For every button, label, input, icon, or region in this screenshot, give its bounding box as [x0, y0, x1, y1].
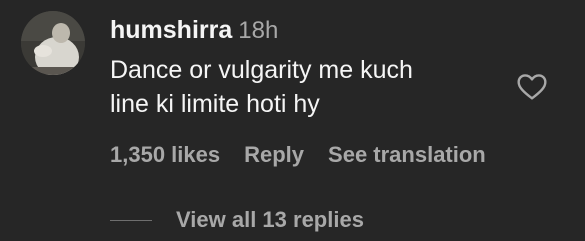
comment-actions: 1,350 likes Reply See translation — [110, 140, 486, 170]
timestamp: 18h — [238, 17, 279, 44]
comment-item: humshirra 18h Dance or vulgarity me kuch … — [0, 0, 585, 241]
comment-text-line: Dance or vulgarity me kuch — [110, 56, 413, 84]
comment-header: humshirra 18h — [110, 13, 278, 51]
username[interactable]: humshirra — [110, 16, 232, 44]
replies-divider — [110, 219, 152, 221]
see-translation-button[interactable]: See translation — [328, 140, 486, 170]
avatar-image — [21, 11, 85, 75]
view-replies-button[interactable]: View all 13 replies — [110, 205, 364, 235]
avatar[interactable] — [21, 11, 85, 75]
heart-outline-icon[interactable] — [515, 71, 549, 103]
likes-count[interactable]: 1,350 likes — [110, 140, 220, 170]
reply-button[interactable]: Reply — [244, 140, 304, 170]
view-replies-label: View all 13 replies — [176, 207, 364, 232]
comment-text: Dance or vulgarity me kuch line ki limit… — [110, 53, 480, 121]
comment-text-line: line ki limite hoti hy — [110, 90, 320, 118]
